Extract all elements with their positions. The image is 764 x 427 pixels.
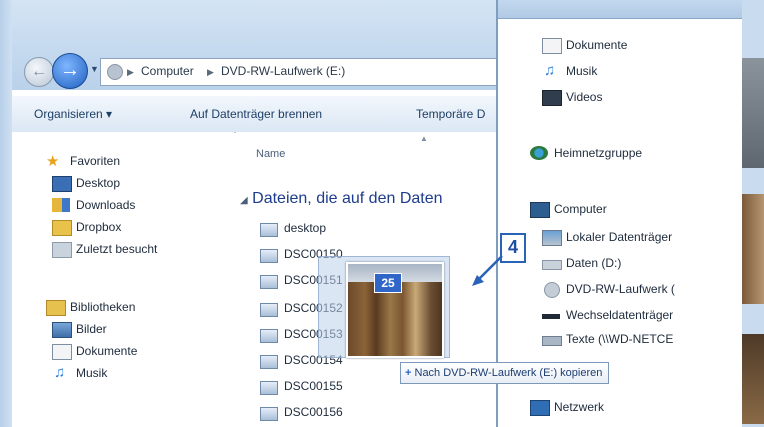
image-file-icon bbox=[260, 381, 278, 395]
command-bar: Organisieren ▾ Auf Datenträger brennen T… bbox=[12, 96, 500, 133]
nav-favorites[interactable]: ★ Favoriten bbox=[46, 152, 226, 172]
nav-item-documents[interactable]: Dokumente bbox=[542, 36, 742, 56]
dvd-drive-icon bbox=[544, 282, 560, 298]
pictures-icon bbox=[52, 322, 72, 338]
music-icon: ♫ bbox=[54, 364, 66, 381]
libraries-icon bbox=[46, 300, 66, 316]
nav-item-network-share[interactable]: Texte (\\WD-NETCE bbox=[542, 330, 742, 350]
dropbox-folder-icon bbox=[52, 220, 72, 236]
image-thumbnail[interactable] bbox=[742, 194, 764, 304]
annotation-arrow-icon bbox=[472, 255, 503, 286]
file-icon bbox=[260, 223, 278, 237]
history-dropdown-icon[interactable]: ▼ bbox=[90, 64, 99, 74]
nav-item-pictures[interactable]: Bilder bbox=[52, 320, 222, 340]
collapse-arrow-icon: ◢ bbox=[240, 195, 248, 206]
forward-button[interactable]: → bbox=[52, 53, 88, 89]
star-icon: ★ bbox=[46, 153, 60, 170]
forward-arrow-icon: → bbox=[60, 59, 80, 81]
nav-item-dropbox[interactable]: Dropbox bbox=[52, 218, 222, 238]
videos-icon bbox=[542, 90, 562, 106]
music-icon: ♫ bbox=[544, 62, 556, 79]
back-button[interactable]: ← bbox=[24, 57, 54, 87]
breadcrumb-separator-icon: ▶ bbox=[207, 67, 214, 77]
image-thumbnail[interactable] bbox=[742, 334, 764, 424]
nav-homegroup[interactable]: Heimnetzgruppe bbox=[530, 144, 742, 164]
image-file-icon bbox=[260, 329, 278, 343]
homegroup-icon bbox=[530, 146, 548, 160]
nav-item-documents[interactable]: Dokumente bbox=[52, 342, 222, 362]
window-frame bbox=[0, 0, 12, 427]
plus-icon: + bbox=[405, 367, 412, 379]
drive-icon bbox=[107, 64, 123, 80]
copy-tooltip: + Nach DVD-RW-Laufwerk (E:) kopieren bbox=[400, 362, 610, 384]
documents-icon bbox=[52, 344, 72, 360]
nav-item-music[interactable]: ♫ Musik bbox=[542, 62, 742, 82]
temporary-files-button[interactable]: Temporäre D bbox=[416, 107, 485, 121]
image-thumbnail[interactable] bbox=[742, 58, 764, 168]
organize-button[interactable]: Organisieren ▾ bbox=[34, 107, 112, 121]
nav-item-dvd-drive[interactable]: DVD-RW-Laufwerk ( bbox=[542, 280, 742, 300]
network-icon bbox=[530, 400, 550, 416]
local-disk-icon bbox=[542, 230, 562, 246]
breadcrumb-separator-icon: ▶ bbox=[127, 67, 134, 77]
back-arrow-icon: ← bbox=[31, 63, 47, 80]
nav-item-videos[interactable]: Videos bbox=[542, 88, 742, 108]
nav-item-downloads[interactable]: Downloads bbox=[52, 196, 222, 216]
image-file-icon bbox=[260, 249, 278, 263]
address-bar[interactable]: ▶ Computer ▶ DVD-RW-Laufwerk (E:) bbox=[100, 58, 500, 86]
image-file-icon bbox=[260, 355, 278, 369]
breadcrumb-computer[interactable]: Computer bbox=[141, 64, 194, 78]
navigation-pane: ★ Favoriten Desktop Downloads Dropbox Zu… bbox=[12, 132, 234, 427]
documents-icon bbox=[542, 38, 562, 54]
nav-item-local-disk[interactable]: Lokaler Datenträger bbox=[542, 228, 742, 248]
nav-computer[interactable]: Computer bbox=[530, 200, 742, 220]
column-header-name[interactable]: Name bbox=[256, 148, 285, 160]
removable-drive-icon bbox=[542, 314, 560, 319]
thumbnail-strip bbox=[742, 18, 764, 427]
image-file-icon bbox=[260, 275, 278, 289]
breadcrumb-dvd-drive[interactable]: DVD-RW-Laufwerk (E:) bbox=[221, 64, 345, 78]
drag-count-badge: 25 bbox=[374, 273, 402, 293]
drive-icon bbox=[542, 260, 562, 270]
nav-item-desktop[interactable]: Desktop bbox=[52, 174, 222, 194]
file-group-heading[interactable]: ◢ Dateien, die auf den Daten bbox=[240, 190, 443, 208]
nav-libraries[interactable]: Bibliotheken bbox=[46, 298, 226, 318]
recent-places-icon bbox=[52, 242, 72, 258]
window-frame bbox=[498, 0, 764, 19]
image-file-icon bbox=[260, 407, 278, 421]
burn-to-disc-button[interactable]: Auf Datenträger brennen bbox=[190, 107, 322, 121]
image-file-icon bbox=[260, 303, 278, 317]
nav-item-data-drive[interactable]: Daten (D:) bbox=[542, 254, 742, 274]
computer-icon bbox=[530, 202, 550, 218]
network-drive-icon bbox=[542, 336, 562, 346]
desktop-icon bbox=[52, 176, 72, 192]
downloads-icon bbox=[52, 198, 70, 212]
nav-item-removable[interactable]: Wechseldatenträger bbox=[542, 306, 742, 326]
sort-arrow-icon: ▲ bbox=[420, 134, 428, 143]
nav-item-music[interactable]: ♫ Musik bbox=[52, 364, 222, 384]
nav-item-recent[interactable]: Zuletzt besucht bbox=[52, 240, 222, 260]
nav-network[interactable]: Netzwerk bbox=[530, 398, 742, 418]
